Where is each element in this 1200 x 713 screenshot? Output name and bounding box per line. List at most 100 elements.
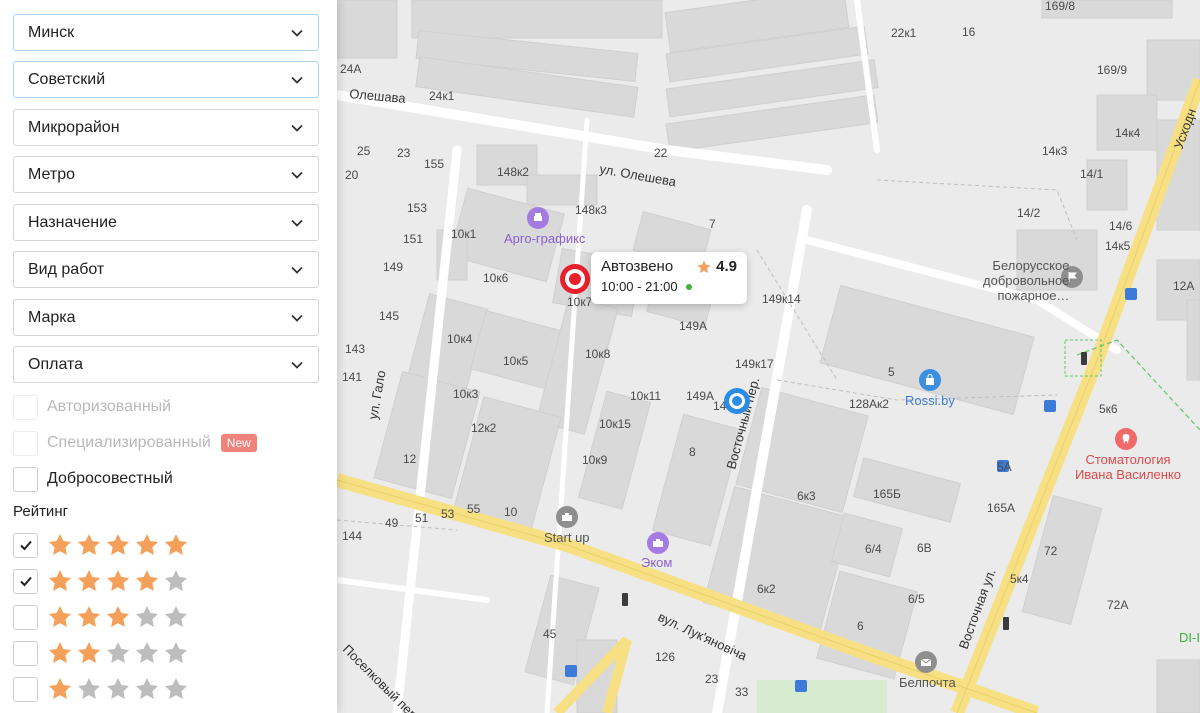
selected-location-pin-icon[interactable] [559, 263, 591, 295]
poi-dentist-line1: Стоматология [1085, 452, 1171, 467]
star-empty-icon [164, 605, 188, 627]
star-empty-icon [77, 677, 101, 699]
specialized-checkbox[interactable] [13, 430, 38, 456]
rating-row-5[interactable] [13, 532, 189, 558]
house-number: 169/9 [1097, 63, 1127, 77]
purpose-select[interactable]: Назначение [13, 204, 319, 241]
house-number: 10к1 [451, 227, 477, 241]
house-number: 16 [962, 25, 976, 39]
poi-ekom[interactable] [647, 532, 669, 554]
briefcase-icon [556, 506, 578, 528]
house-number: 12 [403, 452, 417, 466]
checkmark-icon [19, 540, 32, 551]
house-number: 12А [1173, 279, 1194, 293]
house-number: 126 [655, 650, 675, 664]
poi-fire-line1: Белорусское [992, 258, 1070, 273]
chevron-down-icon [291, 171, 303, 179]
house-number: 55 [467, 502, 481, 516]
house-number: 145 [379, 309, 399, 323]
place-popup[interactable]: Автозвено 4.9 10:00 - 21:00 [591, 252, 747, 304]
poi-rossi[interactable] [919, 369, 941, 391]
poi-dentist[interactable] [1115, 428, 1137, 450]
poi-startup[interactable] [556, 506, 578, 528]
house-number: 10к6 [483, 271, 509, 285]
rating-checkbox-3[interactable] [13, 604, 38, 630]
house-number: 6/5 [908, 592, 925, 606]
rating-row-4[interactable] [13, 568, 189, 594]
city-select[interactable]: Минск [13, 14, 319, 51]
rating-checkbox-4[interactable] [13, 568, 38, 594]
star-filled-icon [106, 569, 130, 591]
house-number: 10к4 [447, 332, 473, 346]
house-number: 143 [345, 342, 365, 356]
star-empty-icon [135, 677, 159, 699]
work-type-select[interactable]: Вид работ [13, 251, 319, 288]
house-number: 33 [735, 685, 749, 699]
specialized-label: Специализированный [47, 434, 211, 451]
purpose-select-label: Назначение [28, 213, 117, 231]
poi-argo[interactable] [527, 207, 549, 229]
rating-title: Рейтинг [13, 503, 69, 520]
house-number: 5к4 [1010, 572, 1029, 586]
rating-row-1[interactable] [13, 676, 189, 702]
map-canvas[interactable]: 16 169/8 169/9 22к1 24А 24к1 14к4 14к3 14/1 14/2 1… [337, 0, 1200, 713]
poi-belpochta[interactable] [915, 651, 937, 673]
house-number: 12к2 [471, 421, 497, 435]
authorized-checkbox-row[interactable]: Авторизованный [13, 394, 171, 420]
open-status-dot [685, 283, 692, 290]
star-icon [697, 259, 711, 273]
star-filled-icon [77, 641, 101, 663]
house-number: 49 [385, 516, 399, 530]
house-number: 128Ак2 [849, 397, 889, 411]
house-number: 72 [1044, 544, 1058, 558]
star-empty-icon [135, 605, 159, 627]
rating-row-3[interactable] [13, 604, 189, 630]
house-number: 165Б [873, 487, 901, 501]
house-number: 165А [987, 501, 1015, 515]
rating-row-2[interactable] [13, 640, 189, 666]
authorized-checkbox[interactable] [13, 394, 38, 420]
star-filled-icon [48, 677, 72, 699]
district-select[interactable]: Советский [13, 61, 319, 98]
metro-select-label: Метро [28, 165, 75, 183]
payment-select[interactable]: Оплата [13, 346, 319, 383]
rating-checkbox-1[interactable] [13, 676, 38, 702]
house-number: 149А [679, 319, 707, 333]
new-badge: New [220, 434, 257, 452]
user-location-icon[interactable] [723, 387, 751, 415]
brand-select[interactable]: Марка [13, 299, 319, 336]
house-number: 148к2 [497, 165, 529, 179]
poi-argo-label: Арго-графикс [504, 231, 586, 246]
house-number: 23 [397, 146, 411, 160]
house-number: 149к14 [762, 292, 801, 306]
house-number: 144 [342, 529, 362, 543]
mail-icon [915, 651, 937, 673]
house-number: 20 [345, 168, 359, 182]
specialized-checkbox-row[interactable]: Специализированный New [13, 430, 257, 456]
metro-select[interactable]: Метро [13, 156, 319, 193]
house-number: 149 [383, 260, 403, 274]
rating-checkbox-5[interactable] [13, 532, 38, 558]
house-number: 53 [441, 507, 455, 521]
rating-stars [47, 568, 189, 594]
house-number: 14/1 [1080, 167, 1104, 181]
house-number: 24к1 [429, 89, 455, 103]
house-number: 141 [342, 370, 362, 384]
tooth-icon [1115, 428, 1137, 450]
house-number: 6к3 [797, 489, 816, 503]
star-filled-icon [164, 533, 188, 555]
map-view[interactable]: 16 169/8 169/9 22к1 24А 24к1 14к4 14к3 14/1 14/2 1… [337, 0, 1200, 713]
poi-ekom-label: Эком [641, 555, 673, 570]
briefcase-icon [647, 532, 669, 554]
star-filled-icon [77, 605, 101, 627]
honest-checkbox[interactable] [13, 466, 38, 492]
poi-fire-label: Белорусское добровольное пожарное… [983, 258, 1069, 303]
poi-dentist-label: Стоматология Ивана Василенко [1073, 452, 1183, 482]
microdistrict-select[interactable]: Микрорайон [13, 109, 319, 146]
poi-startup-label: Start up [544, 530, 590, 545]
house-number: 6 [857, 619, 864, 633]
honest-checkbox-row[interactable]: Добросовестный [13, 466, 173, 492]
rating-checkbox-2[interactable] [13, 640, 38, 666]
house-number: 5А [997, 460, 1012, 474]
house-number: 8 [689, 445, 696, 459]
